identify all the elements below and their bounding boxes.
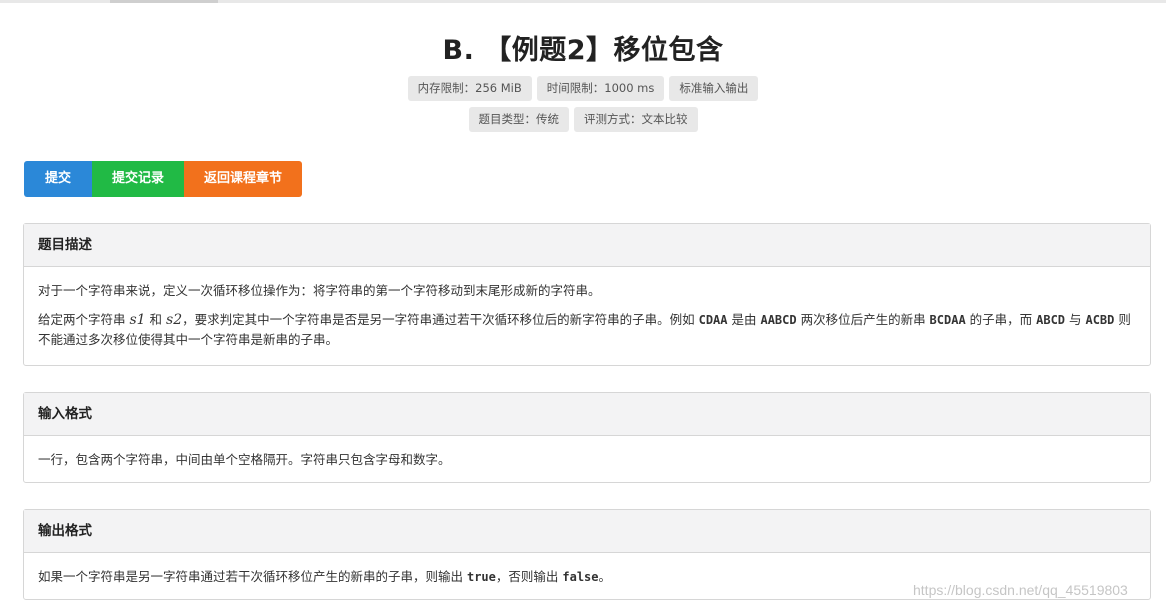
text-run: ，否则输出 (495, 569, 563, 584)
watermark-text: https://blog.csdn.net/qq_45519803 (913, 582, 1128, 598)
text-run: ，要求判定其中一个字符串是否是另一字符串通过若干次循环移位后的新字符串的子串。例… (182, 312, 699, 327)
text-run: 的子串，而 (965, 312, 1037, 327)
description-body: 对于一个字符串来说，定义一次循环移位操作为：将字符串的第一个字符移动到末尾形成新… (24, 267, 1150, 367)
input-format-heading: 输入格式 (24, 393, 1150, 436)
problem-type-badge: 题目类型：传统 (468, 107, 569, 132)
text-run: 是由 (727, 312, 761, 327)
code-abcd: ABCD (1036, 313, 1066, 327)
problem-meta-row-1: 内存限制：256 MiB 时间限制：1000 ms 标准输入输出 (0, 76, 1166, 101)
problem-meta-row-2: 题目类型：传统 评测方式：文本比较 (0, 107, 1166, 132)
description-heading: 题目描述 (24, 224, 1150, 267)
memory-limit-badge: 内存限制：256 MiB (407, 76, 532, 101)
code-cdaa: CDAA (698, 313, 728, 327)
text-run: 如果一个字符串是另一字符串通过若干次循环移位产生的新串的子串，则输出 (38, 569, 467, 584)
text-run: 给定两个字符串 (38, 312, 130, 327)
input-format-body: 一行，包含两个字符串，中间由单个空格隔开。字符串只包含字母和数字。 (24, 436, 1150, 487)
top-tab-bar (0, 0, 1166, 3)
text-run: 。 (598, 569, 612, 584)
submit-button[interactable]: 提交 (24, 161, 93, 197)
time-limit-badge: 时间限制：1000 ms (536, 76, 665, 101)
code-bcdaa: BCDAA (929, 313, 966, 327)
description-paragraph-2: 给定两个字符串 s1 和 s2，要求判定其中一个字符串是否是另一字符串通过若干次… (38, 310, 1136, 349)
input-format-panel: 输入格式 一行，包含两个字符串，中间由单个空格隔开。字符串只包含字母和数字。 (23, 392, 1151, 483)
code-aabcd: AABCD (760, 313, 797, 327)
text-run: 两次移位后产生的新串 (796, 312, 930, 327)
output-format-heading: 输出格式 (24, 510, 1150, 553)
math-s1: s1 (129, 312, 146, 328)
io-mode-badge: 标准输入输出 (669, 76, 759, 101)
description-panel: 题目描述 对于一个字符串来说，定义一次循环移位操作为：将字符串的第一个字符移动到… (23, 223, 1151, 366)
submission-records-button[interactable]: 提交记录 (92, 161, 185, 197)
description-paragraph-1: 对于一个字符串来说，定义一次循环移位操作为：将字符串的第一个字符移动到末尾形成新… (38, 283, 601, 298)
input-format-paragraph: 一行，包含两个字符串，中间由单个空格隔开。字符串只包含字母和数字。 (38, 452, 451, 467)
text-run: 与 (1065, 312, 1086, 327)
back-to-chapter-button[interactable]: 返回课程章节 (184, 161, 303, 197)
action-button-group: 提交 提交记录 返回课程章节 (24, 161, 303, 197)
active-tab-indicator[interactable] (110, 0, 218, 3)
code-acbd: ACBD (1085, 313, 1115, 327)
text-run: 和 (145, 312, 167, 327)
math-s2: s2 (166, 312, 183, 328)
page-title: B. 【例题2】移位包含 (442, 35, 724, 66)
code-true: true (466, 570, 496, 584)
code-false: false (562, 570, 599, 584)
judge-mode-badge: 评测方式：文本比较 (574, 107, 698, 132)
